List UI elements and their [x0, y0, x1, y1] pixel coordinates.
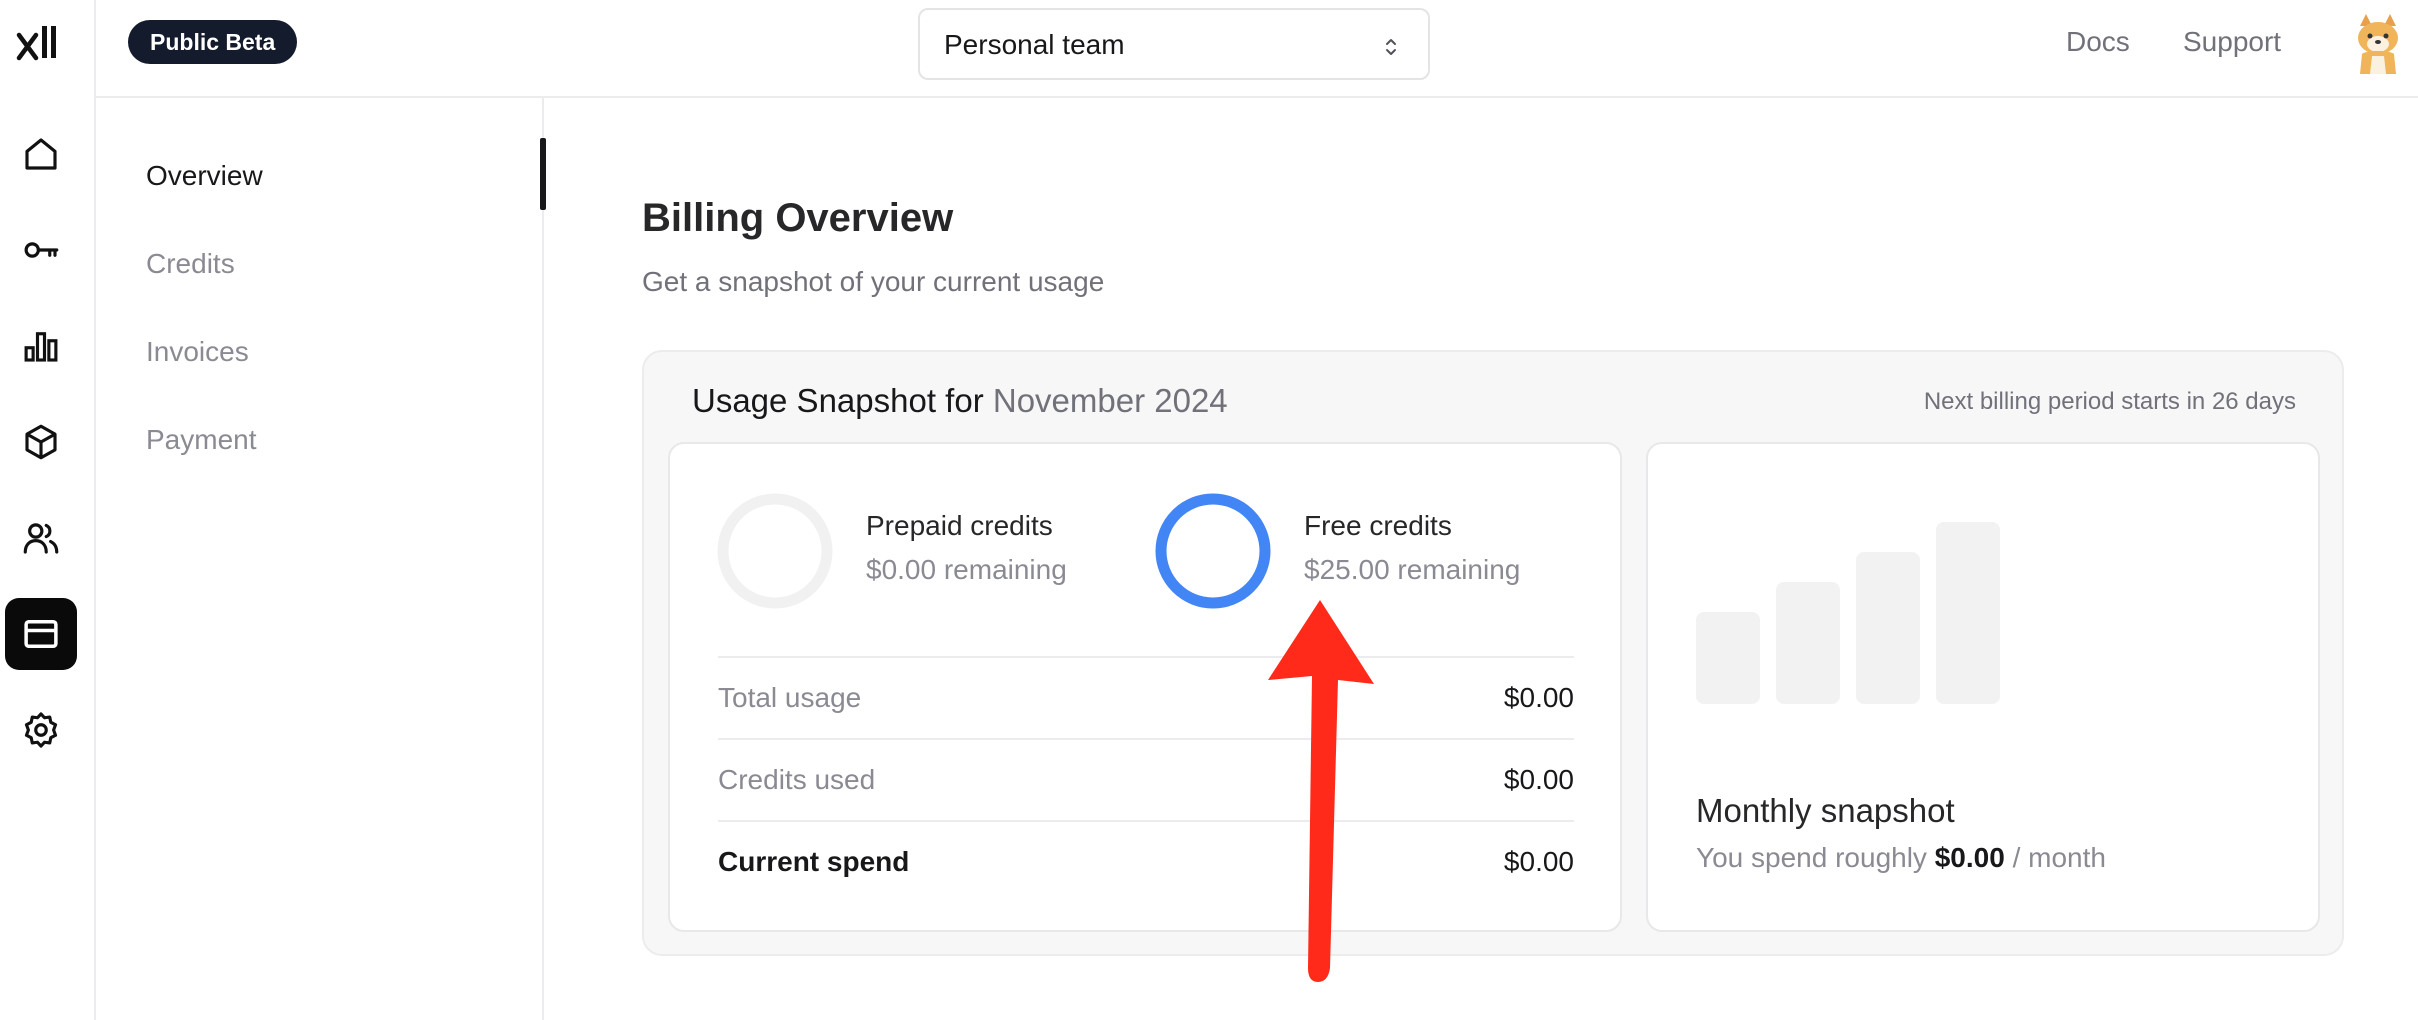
users-icon[interactable]: [5, 502, 77, 574]
icon-rail: [0, 0, 96, 1020]
subnav-item-payment[interactable]: Payment: [146, 424, 257, 456]
monthly-snapshot-title: Monthly snapshot: [1696, 792, 1955, 829]
usage-row-total: Total usage $0.00: [718, 656, 1574, 738]
credits-card: Prepaid credits $0.00 remaining Free cre…: [668, 442, 1622, 932]
team-selector-label: Personal team: [944, 29, 1125, 60]
monthly-snapshot-suffix: / month: [2012, 842, 2106, 873]
monthly-bars-placeholder-icon: [1696, 522, 2000, 704]
elevenlabs-logo-icon[interactable]: [16, 20, 60, 64]
billing-icon[interactable]: [5, 598, 77, 670]
usage-row-label: Current spend: [718, 846, 910, 877]
docs-link[interactable]: Docs: [2066, 26, 2130, 58]
prepaid-credits-remaining: $0.00 remaining: [866, 554, 1067, 585]
billing-subnav: Overview Credits Invoices Payment: [96, 98, 546, 1020]
monthly-snapshot-card: Monthly snapshot You spend roughly $0.00…: [1646, 442, 2320, 932]
public-beta-badge: Public Beta: [128, 20, 298, 64]
usage-row-current-spend: Current spend $0.00: [718, 820, 1574, 902]
usage-row-value: $0.00: [1503, 682, 1574, 713]
red-arrow-annotation-icon: [1268, 600, 1374, 982]
free-credits-ring: [1155, 493, 1271, 609]
free-credits-remaining: $25.00 remaining: [1304, 554, 1521, 585]
usage-snapshot-prefix: Usage Snapshot for: [692, 382, 984, 419]
settings-icon[interactable]: [5, 694, 77, 766]
usage-snapshot-title: Usage Snapshot for November 2024: [692, 382, 1228, 420]
page-subtitle: Get a snapshot of your current usage: [642, 266, 1105, 297]
user-avatar[interactable]: [2350, 12, 2406, 74]
support-link[interactable]: Support: [2183, 26, 2281, 58]
page-title: Billing Overview: [642, 196, 954, 240]
active-item-indicator: [540, 138, 546, 210]
usage-row-label: Credits used: [718, 764, 876, 795]
next-billing-period: Next billing period starts in 26 days: [1923, 388, 2296, 415]
prepaid-credits-title: Prepaid credits: [866, 510, 1053, 541]
team-selector[interactable]: Personal team: [918, 8, 1430, 80]
prepaid-credits-ring: [717, 493, 833, 609]
cube-icon[interactable]: [5, 406, 77, 478]
monthly-snapshot-text: You spend roughly $0.00 / month: [1696, 842, 2106, 874]
usage-snapshot-month: November 2024: [992, 382, 1228, 419]
monthly-snapshot-prefix: You spend roughly: [1696, 842, 1927, 873]
usage-row-credits-used: Credits used $0.00: [718, 738, 1574, 820]
usage-row-value: $0.00: [1503, 764, 1574, 795]
top-bar: Public Beta Personal team Docs Support: [96, 0, 2418, 98]
usage-row-label: Total usage: [718, 682, 862, 713]
free-credits-title: Free credits: [1304, 510, 1452, 541]
subnav-item-credits[interactable]: Credits: [146, 248, 235, 280]
subnav-item-invoices[interactable]: Invoices: [146, 336, 249, 368]
key-icon[interactable]: [5, 214, 77, 286]
bar-chart-icon[interactable]: [5, 310, 77, 382]
subnav-item-overview[interactable]: Overview: [146, 160, 263, 192]
monthly-snapshot-amount: $0.00: [1934, 842, 2005, 873]
home-icon[interactable]: [5, 118, 77, 190]
chevron-up-down-icon: [1386, 39, 1396, 55]
usage-snapshot-panel: Usage Snapshot for November 2024 Next bi…: [642, 350, 2344, 956]
usage-row-value: $0.00: [1503, 846, 1574, 877]
